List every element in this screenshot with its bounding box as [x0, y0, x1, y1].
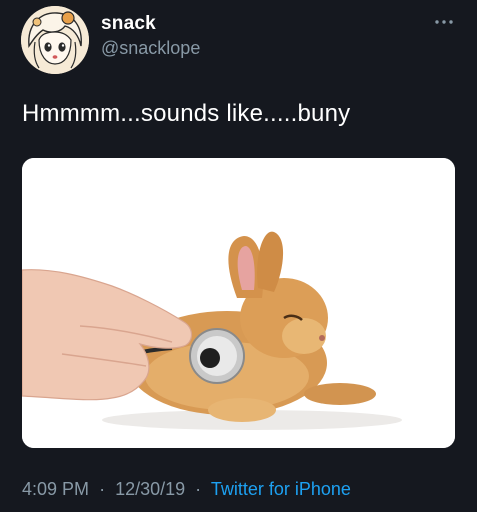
tweet-text: Hmmmm...sounds like.....buny	[22, 100, 351, 127]
tweet-source-link[interactable]: Twitter for iPhone	[211, 479, 351, 499]
user-avatar[interactable]	[21, 6, 89, 74]
tweet-card: snack @snacklope Hmmmm...sounds like....…	[0, 0, 477, 512]
meta-separator: ·	[195, 479, 202, 499]
tweet-date[interactable]: 12/30/19	[115, 479, 185, 499]
anime-avatar-icon	[21, 6, 89, 74]
tweet-time[interactable]: 4:09 PM	[22, 479, 89, 499]
tweet-metadata: 4:09 PM · 12/30/19 · Twitter for iPhone	[22, 479, 351, 500]
meta-separator: ·	[99, 479, 106, 499]
user-handle[interactable]: @snacklope	[101, 38, 200, 59]
bunny-stethoscope-image	[22, 158, 455, 448]
more-options-icon[interactable]	[433, 15, 455, 29]
display-name[interactable]: snack	[101, 13, 156, 35]
tweet-media-image[interactable]	[22, 158, 455, 448]
